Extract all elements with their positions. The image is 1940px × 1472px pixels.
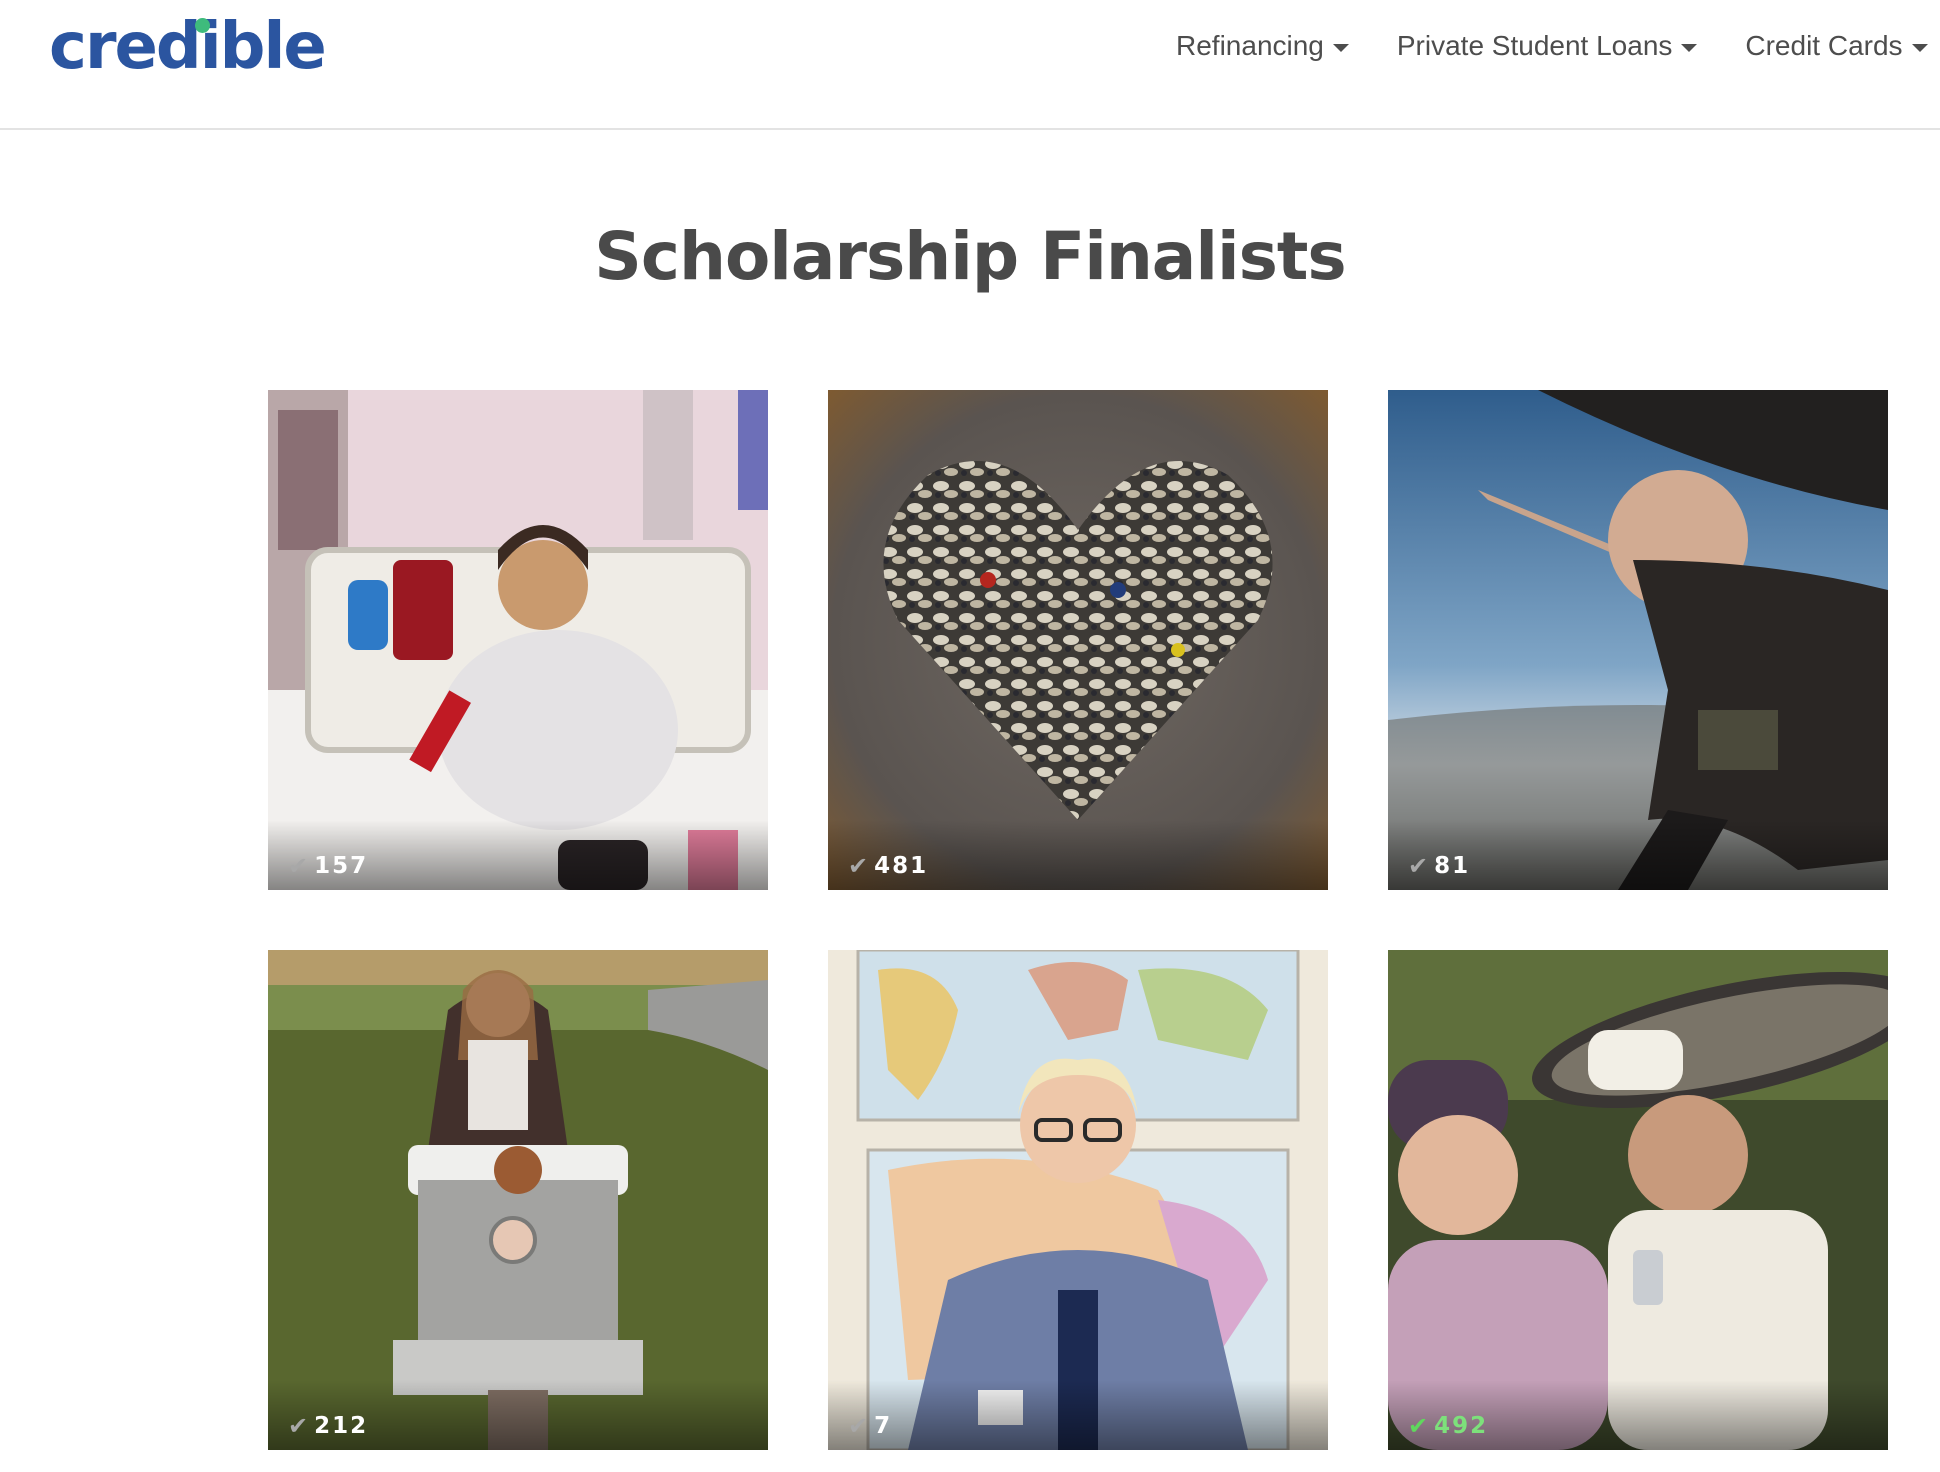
logo-dot-icon bbox=[195, 18, 210, 33]
vote-count[interactable]: ✔ 81 bbox=[1408, 852, 1470, 880]
page-title: Scholarship Finalists bbox=[594, 218, 1346, 295]
credible-logo[interactable]: credible bbox=[49, 10, 327, 84]
checkmark-icon: ✔ bbox=[1408, 852, 1429, 880]
vote-count[interactable]: ✔ 7 bbox=[848, 1412, 892, 1440]
chevron-down-icon bbox=[1911, 43, 1928, 52]
card-shade bbox=[828, 1380, 1328, 1450]
site-header: credible Refinancing Private Student Loa… bbox=[0, 0, 1940, 130]
finalist-card[interactable]: ✔ 481 bbox=[828, 390, 1328, 890]
nav-private-student-loans[interactable]: Private Student Loans bbox=[1397, 30, 1698, 62]
checkmark-icon: ✔ bbox=[288, 852, 309, 880]
nav-refinancing-label: Refinancing bbox=[1176, 30, 1324, 61]
nav-credit-cards[interactable]: Credit Cards bbox=[1745, 30, 1928, 62]
hospital-bed-photo bbox=[268, 390, 768, 890]
checkmark-icon: ✔ bbox=[848, 852, 869, 880]
main-nav: Refinancing Private Student Loans Credit… bbox=[1176, 30, 1940, 62]
vote-count-value: 481 bbox=[874, 853, 929, 879]
vote-count-value: 492 bbox=[1434, 1413, 1489, 1439]
vote-count[interactable]: ✔ 481 bbox=[848, 852, 928, 880]
checkmark-icon: ✔ bbox=[1408, 1412, 1429, 1440]
vote-count-value: 7 bbox=[874, 1413, 893, 1439]
nav-credit-cards-label: Credit Cards bbox=[1745, 30, 1903, 61]
checkmark-icon: ✔ bbox=[848, 1412, 869, 1440]
vote-count-value: 81 bbox=[1434, 853, 1471, 879]
nav-private-student-loans-label: Private Student Loans bbox=[1396, 30, 1673, 61]
finalist-card[interactable]: ✔ 157 bbox=[268, 390, 768, 890]
finalist-card[interactable]: ✔ 492 bbox=[1388, 950, 1888, 1450]
vote-count[interactable]: ✔ 492 bbox=[1408, 1412, 1488, 1440]
finalist-card[interactable]: ✔ 81 bbox=[1388, 390, 1888, 890]
chevron-down-icon bbox=[1681, 43, 1698, 52]
shoe-heart-photo bbox=[828, 390, 1328, 890]
vote-count[interactable]: ✔ 157 bbox=[288, 852, 368, 880]
vote-count[interactable]: ✔ 212 bbox=[288, 1412, 368, 1440]
checkmark-icon: ✔ bbox=[288, 1412, 309, 1440]
finalist-card[interactable]: ✔ 7 bbox=[828, 950, 1328, 1450]
finalist-card[interactable]: ✔ 212 bbox=[268, 950, 768, 1450]
nav-refinancing[interactable]: Refinancing bbox=[1176, 30, 1349, 62]
gravestone-photo bbox=[268, 950, 768, 1450]
chevron-down-icon bbox=[1332, 43, 1349, 52]
world-map-portrait-photo bbox=[828, 950, 1328, 1450]
two-women-photo bbox=[1388, 950, 1888, 1450]
vote-count-value: 212 bbox=[314, 1413, 369, 1439]
vote-count-value: 157 bbox=[314, 853, 369, 879]
skydiving-photo bbox=[1388, 390, 1888, 890]
